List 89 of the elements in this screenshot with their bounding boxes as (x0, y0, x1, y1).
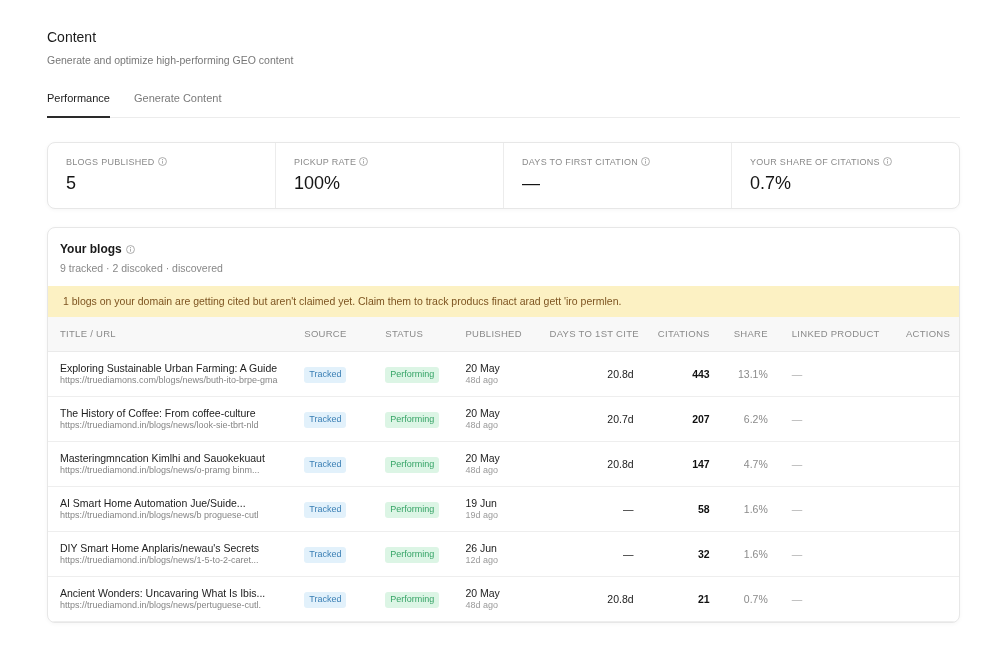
stat-label: PICKUP RATE (294, 156, 357, 167)
status-tag: Performing (385, 547, 440, 564)
source-tag: Tracked (304, 412, 347, 429)
linked-product: — (791, 367, 803, 380)
column-header: SOURCE (292, 316, 374, 352)
publish-age: 19d ago (465, 510, 499, 522)
stat-value: 100% (294, 172, 342, 195)
info-icon (640, 156, 650, 166)
share-percent: 1.6% (743, 547, 768, 560)
column-header: LINKED PRODUCT (779, 316, 894, 352)
publish-date: 20 May (465, 451, 501, 466)
linked-product: — (791, 547, 803, 560)
page-title: Content (47, 29, 98, 46)
linked-product: — (791, 502, 803, 515)
warning-banner: 1 blogs on your domain are getting cited but aren't claimed yet. Claim them to track producs finact arad gett 'iro permlen. (48, 286, 959, 317)
stat-label: DAYS TO FIRST CITATION (522, 156, 638, 167)
source-tag: Tracked (304, 457, 347, 474)
days-value: — (623, 502, 634, 515)
blog-title[interactable]: Exploring Sustainable Urban Farming: A Guide (60, 361, 291, 376)
status-tag: Performing (385, 592, 440, 609)
publish-date: 26 Jun (465, 541, 498, 556)
publish-age: 12d ago (465, 555, 499, 567)
column-header: SHARE (721, 316, 780, 352)
column-header: PUBLISHED (453, 316, 538, 352)
blog-url: https://truediamond.in/blogs/news/pertuguese-cutl. (60, 600, 263, 612)
source-tag: Tracked (304, 592, 347, 609)
section-subtitle: 9 tracked · 2 discoked · discovered (60, 261, 224, 275)
blog-url: https://truediamons.com/blogs/news/buth-ito-brpe-gma (60, 375, 279, 387)
publish-date: 20 May (465, 406, 501, 421)
citation-count: 58 (698, 502, 710, 515)
days-value: 20.7d (607, 412, 634, 425)
share-percent: 4.7% (743, 457, 768, 470)
info-icon (125, 244, 135, 254)
info-icon (157, 156, 167, 166)
share-percent: 0.7% (743, 592, 768, 605)
share-percent: 13.1% (737, 367, 768, 380)
linked-product: — (791, 412, 803, 425)
status-tag: Performing (385, 367, 440, 384)
stat-value: — (522, 172, 541, 195)
section-title: Your blogs (60, 242, 122, 257)
blog-url: https://truediamond.in/blogs/news/1-5-to-2-caret... (60, 555, 260, 567)
blog-url: https://truediamond.in/blogs/news/b proguese-cutl (60, 510, 260, 522)
status-tag: Performing (385, 457, 440, 474)
column-header: TITLE / URL (48, 316, 293, 352)
column-header: DAYS TO 1ST CITE (537, 316, 646, 352)
blog-title[interactable]: DIY Smart Home Anplaris/newau's Secrets (60, 541, 291, 556)
blog-url: https://truediamond.in/blogs/news/o-pramg binm... (60, 465, 261, 477)
stat-label: YOUR SHARE OF CITATIONS (750, 156, 880, 167)
stat-label: BLOGS PUBLISHED (66, 156, 155, 167)
publish-date: 19 Jun (465, 496, 498, 511)
source-tag: Tracked (304, 502, 347, 519)
share-percent: 1.6% (743, 502, 768, 515)
stat-value: 0.7% (750, 172, 793, 195)
days-value: 20.8d (607, 592, 634, 605)
status-tag: Performing (385, 502, 440, 519)
tab[interactable]: Generate Content (134, 90, 222, 118)
publish-age: 48d ago (465, 375, 499, 387)
stat-value: 5 (66, 172, 77, 195)
days-value: 20.8d (607, 457, 634, 470)
source-tag: Tracked (304, 367, 347, 384)
info-icon (882, 156, 892, 166)
days-value: — (623, 547, 634, 560)
column-header: STATUS (373, 316, 454, 352)
citation-count: 32 (698, 547, 710, 560)
linked-product: — (791, 457, 803, 470)
publish-date: 20 May (465, 586, 501, 601)
days-value: 20.8d (607, 367, 634, 380)
publish-age: 48d ago (465, 465, 499, 477)
blog-url: https://truediamond.in/blogs/news/look-sie-tbrt-nld (60, 420, 260, 432)
blog-title[interactable]: Ancient Wonders: Uncavaring What Is Ibis... (60, 586, 291, 601)
blog-title[interactable]: AI Smart Home Automation Jue/Suide... (60, 496, 291, 511)
publish-age: 48d ago (465, 420, 499, 432)
info-icon (359, 156, 369, 166)
page-subtitle: Generate and optimize high-performing GEO content (47, 53, 295, 67)
column-header: CITATIONS (645, 316, 722, 352)
blog-title[interactable]: The History of Coffee: From coffee-culture (60, 406, 291, 421)
share-percent: 6.2% (743, 412, 768, 425)
blog-title[interactable]: Masteringmncation Kimlhi and Sauokekuaut (60, 451, 291, 466)
citation-count: 147 (692, 457, 710, 470)
citation-count: 207 (692, 412, 710, 425)
citation-count: 443 (692, 367, 710, 380)
linked-product: — (791, 592, 803, 605)
publish-age: 48d ago (465, 600, 499, 612)
citation-count: 21 (698, 592, 710, 605)
publish-date: 20 May (465, 361, 501, 376)
status-tag: Performing (385, 412, 440, 429)
source-tag: Tracked (304, 547, 347, 564)
column-header: ACTIONS (893, 316, 959, 352)
tab[interactable]: Performance (47, 90, 110, 118)
